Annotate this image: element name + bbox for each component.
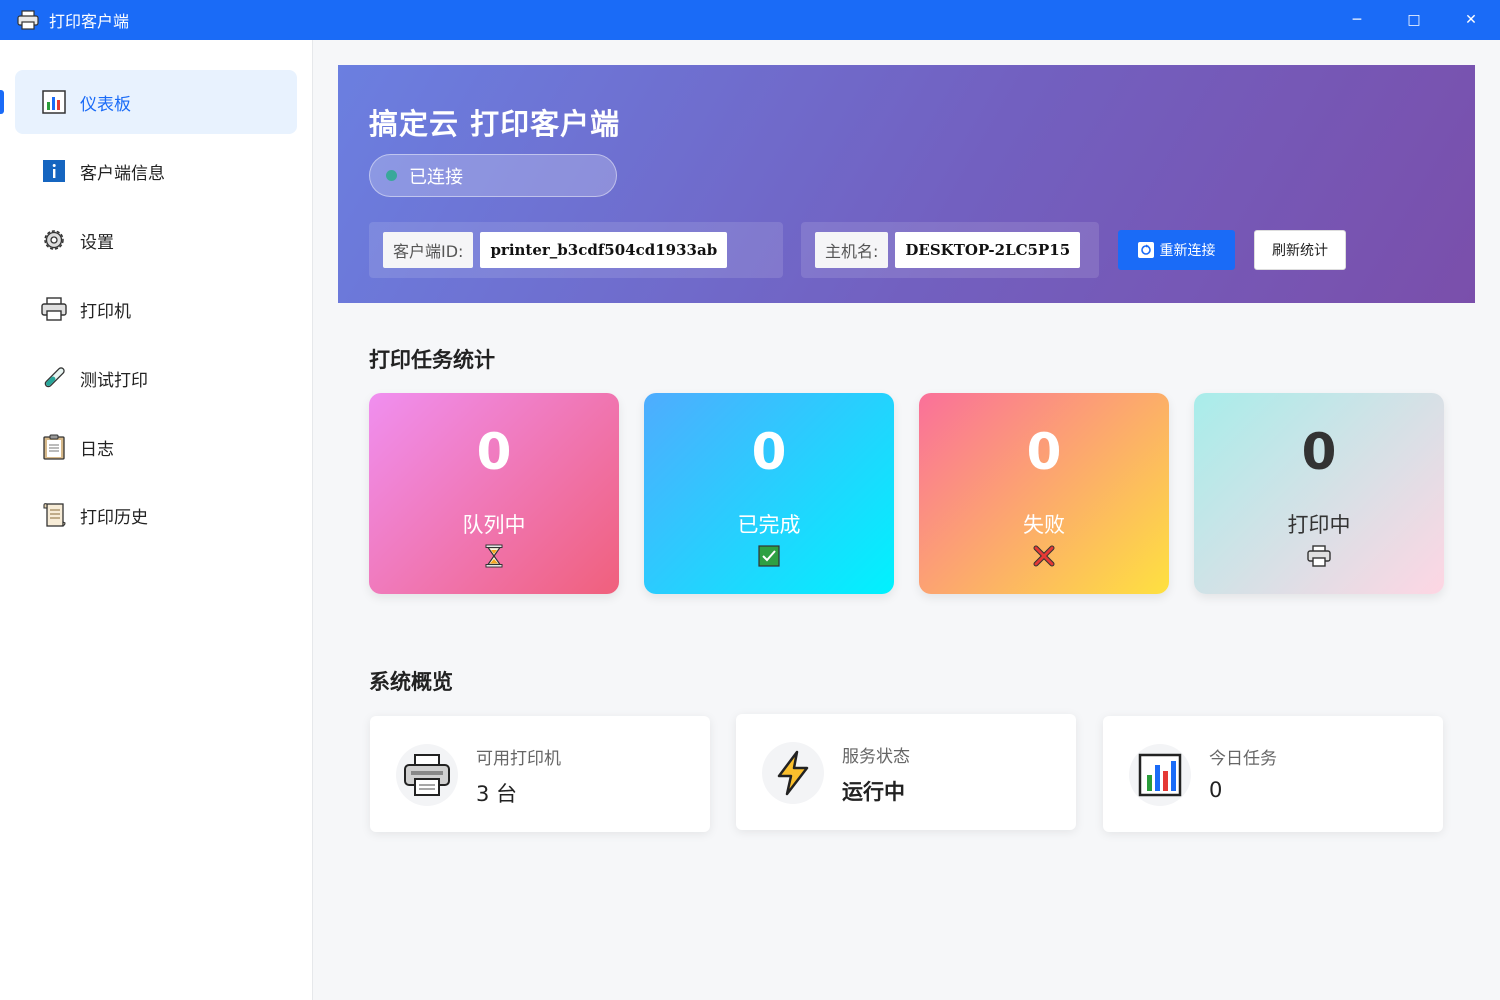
sidebar-item-label: 仪表板 (80, 94, 131, 115)
stat-value: 0 (476, 423, 512, 481)
scroll-icon (41, 502, 67, 528)
minimize-button[interactable]: ─ (1329, 0, 1385, 40)
check-box-icon (756, 543, 782, 569)
reconnect-label: 重新连接 (1159, 243, 1216, 259)
printer-icon (396, 744, 458, 806)
stat-value: 0 (751, 423, 787, 481)
sidebar-item-print-history[interactable]: 打印历史 (15, 483, 297, 547)
printer-icon (41, 296, 67, 322)
test-tube-icon (41, 365, 67, 391)
status-dot-icon (386, 170, 397, 181)
stat-card-completed: 0 已完成 (644, 393, 894, 594)
sidebar-item-label: 测试打印 (80, 370, 148, 391)
sidebar-item-client-info[interactable]: 客户端信息 (15, 139, 297, 203)
stat-value: 0 (1301, 423, 1337, 481)
overview-label: 今日任务 (1209, 749, 1277, 769)
sidebar-item-settings[interactable]: 设置 (15, 208, 297, 272)
hostname-label: 主机名: (815, 232, 889, 268)
overview-section-title: 系统概览 (369, 670, 453, 694)
printer-icon (1306, 543, 1332, 569)
overview-value: 0 (1209, 778, 1223, 802)
stats-section-title: 打印任务统计 (369, 348, 495, 372)
client-id-value: printer_b3cdf504cd1933ab (480, 232, 728, 268)
hostname-value: DESKTOP-2LC5P15 (895, 232, 1081, 268)
stat-label: 已完成 (737, 513, 801, 537)
sidebar-item-label: 打印机 (80, 301, 131, 322)
active-indicator (0, 90, 4, 114)
printer-icon (17, 10, 39, 30)
hourglass-icon (481, 543, 507, 569)
sidebar-item-logs[interactable]: 日志 (15, 415, 297, 479)
lightning-icon (762, 742, 824, 804)
stat-card-printing: 0 打印中 (1194, 393, 1444, 594)
connection-status-badge: 已连接 (369, 154, 617, 197)
sidebar-item-label: 设置 (80, 232, 114, 253)
bar-chart-icon (1129, 744, 1191, 806)
reconnect-button[interactable]: 重新连接 (1118, 230, 1235, 270)
stat-card-queued: 0 队列中 (369, 393, 619, 594)
client-id-box: 客户端ID: printer_b3cdf504cd1933ab (369, 222, 783, 278)
stat-card-failed: 0 失败 (919, 393, 1169, 594)
sidebar-item-label: 客户端信息 (80, 163, 165, 184)
title-bar: 打印客户端 ─ □ ✕ (0, 0, 1500, 40)
close-button[interactable]: ✕ (1443, 0, 1499, 40)
stat-value: 0 (1026, 423, 1062, 481)
overview-card-today-tasks: 今日任务 0 (1103, 716, 1443, 832)
refresh-stats-button[interactable]: 刷新统计 (1254, 230, 1346, 270)
overview-label: 可用打印机 (476, 749, 561, 769)
sidebar-item-dashboard[interactable]: 仪表板 (15, 70, 297, 134)
overview-value: 3 台 (476, 782, 518, 806)
stat-label: 队列中 (462, 513, 526, 537)
sidebar-item-printers[interactable]: 打印机 (15, 277, 297, 341)
stat-label: 失败 (1023, 513, 1065, 537)
sidebar-item-test-print[interactable]: 测试打印 (15, 346, 297, 410)
window-title: 打印客户端 (49, 12, 130, 31)
info-icon (41, 158, 67, 184)
overview-card-printers: 可用打印机 3 台 (370, 716, 710, 832)
hostname-box: 主机名: DESKTOP-2LC5P15 (801, 222, 1099, 278)
clipboard-icon (41, 434, 67, 460)
bar-chart-icon (41, 89, 67, 115)
maximize-button[interactable]: □ (1386, 0, 1442, 40)
sidebar: 仪表板 客户端信息 设置 打印机 测试打印 日志 打印历史 (0, 40, 313, 1000)
overview-label: 服务状态 (842, 747, 910, 767)
overview-card-service-status: 服务状态 运行中 (736, 714, 1076, 830)
sidebar-item-label: 日志 (80, 439, 114, 460)
refresh-icon (1137, 242, 1154, 258)
cross-icon (1031, 543, 1057, 569)
connection-status-text: 已连接 (409, 166, 463, 188)
stat-label: 打印中 (1287, 513, 1351, 537)
hero-banner: 搞定云 打印客户端 已连接 客户端ID: printer_b3cdf504cd1… (338, 65, 1475, 303)
gear-icon (41, 227, 67, 253)
overview-value: 运行中 (842, 780, 905, 804)
sidebar-item-label: 打印历史 (80, 507, 148, 528)
page-title: 搞定云 打印客户端 (369, 107, 621, 141)
client-id-label: 客户端ID: (383, 232, 474, 268)
